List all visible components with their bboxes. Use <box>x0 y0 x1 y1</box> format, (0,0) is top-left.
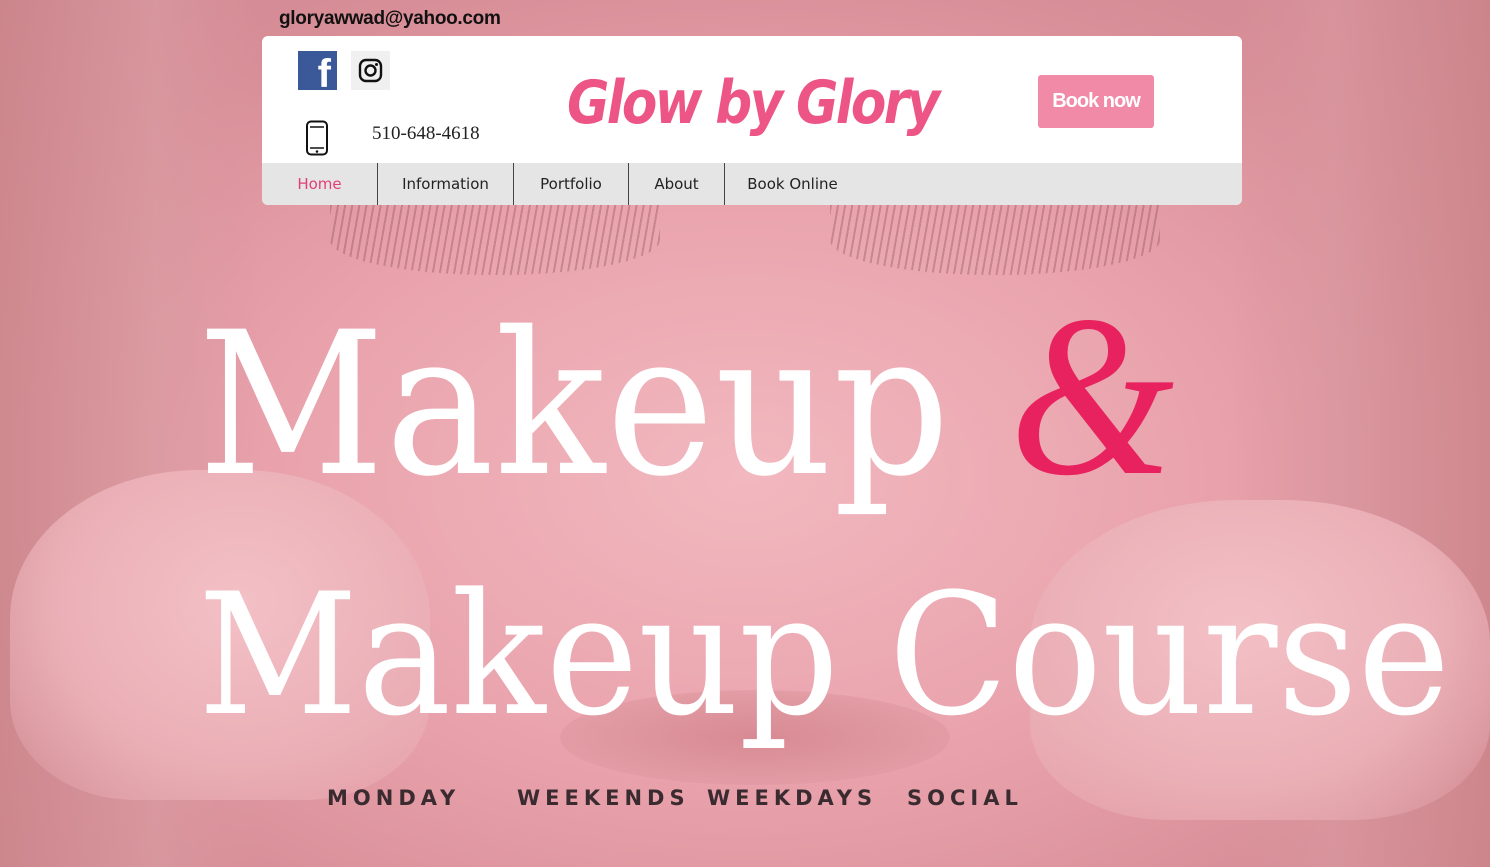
contact-email[interactable]: gloryawwad@yahoo.com <box>279 8 501 30</box>
hero-ampersand: & <box>1009 268 1176 523</box>
instagram-icon[interactable] <box>351 51 390 90</box>
phone-number[interactable]: 510-648-4618 <box>372 123 480 145</box>
hero-heading-line2: Makeup Course <box>198 557 1451 753</box>
hero-heading-line1: Makeup & <box>198 258 1175 534</box>
nav-book-online[interactable]: Book Online <box>724 163 860 205</box>
nav-portfolio[interactable]: Portfolio <box>513 163 628 205</box>
schedule-monday[interactable]: MONDAY <box>327 786 460 810</box>
hero-word-makeup: Makeup <box>198 289 951 520</box>
main-nav: Home Information Portfolio About Book On… <box>262 163 1242 205</box>
book-now-button[interactable]: Book now <box>1038 75 1154 128</box>
phone-icon <box>304 120 330 156</box>
schedule-weekends[interactable]: WEEKENDS <box>517 786 690 810</box>
header-panel: f 510-648-4618 Glow by Glory Book now Ho… <box>262 36 1242 205</box>
facebook-icon[interactable]: f <box>298 51 337 94</box>
brand-logo[interactable]: Glow by Glory <box>567 68 940 138</box>
nav-about[interactable]: About <box>628 163 724 205</box>
schedule-social[interactable]: SOCIAL <box>907 786 1023 810</box>
nav-information[interactable]: Information <box>377 163 513 205</box>
schedule-weekdays[interactable]: WEEKDAYS <box>707 786 877 810</box>
nav-home[interactable]: Home <box>262 163 377 205</box>
